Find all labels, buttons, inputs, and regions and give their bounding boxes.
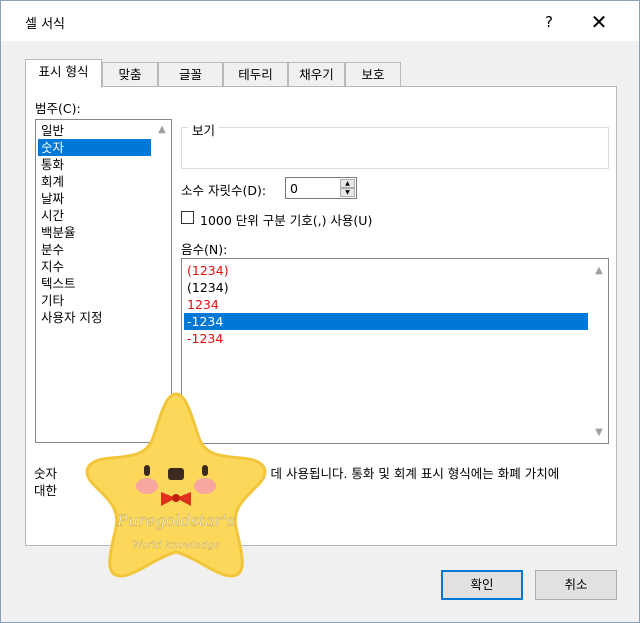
cancel-button[interactable]: 취소: [535, 570, 617, 600]
sample-box: [181, 127, 609, 169]
description-line2-start: 대한: [34, 483, 58, 498]
watermark-title: Puregoldstar's: [116, 511, 235, 530]
format-cells-dialog: 셀 서식 ? ✕ 표시 형식 맞춤 글꼴 테두리 채우기 보호 범주(C): 일…: [0, 0, 640, 623]
negative-format-item-selected[interactable]: -1234: [184, 313, 588, 330]
right-cheek: [194, 478, 216, 494]
category-item[interactable]: 날짜: [38, 190, 151, 207]
negative-format-item[interactable]: (1234): [184, 279, 588, 296]
category-item[interactable]: 지수: [38, 258, 151, 275]
category-label: 범주(C):: [35, 101, 81, 116]
decimal-places-value[interactable]: 0: [290, 181, 298, 196]
scroll-up-icon[interactable]: ▲: [590, 262, 608, 280]
spin-down-icon[interactable]: ▼: [340, 188, 355, 197]
dialog-title: 셀 서식: [25, 17, 66, 32]
star-mascot-watermark: Puregoldstar's World knowledge: [85, 392, 267, 578]
mouth: [168, 468, 184, 480]
spin-up-icon[interactable]: ▲: [340, 179, 355, 188]
tab-font[interactable]: 글꼴: [158, 62, 223, 87]
category-item[interactable]: 백분율: [38, 224, 151, 241]
right-eye: [202, 465, 208, 476]
category-item[interactable]: 회계: [38, 173, 151, 190]
decimal-places-label: 소수 자릿수(D):: [181, 183, 267, 198]
ok-button[interactable]: 확인: [441, 570, 523, 600]
bow-knot: [172, 494, 180, 502]
watermark-subtitle: World knowledge: [132, 540, 220, 551]
spin-buttons: ▲ ▼: [340, 179, 355, 197]
category-item[interactable]: 시간: [38, 207, 151, 224]
tab-alignment[interactable]: 맞춤: [102, 62, 158, 87]
left-cheek: [136, 478, 158, 494]
tab-protection[interactable]: 보호: [345, 62, 401, 87]
category-item[interactable]: 텍스트: [38, 275, 151, 292]
negative-format-item[interactable]: (1234): [184, 262, 588, 279]
decimal-places-stepper[interactable]: 0 ▲ ▼: [285, 177, 357, 199]
left-eye: [144, 465, 150, 476]
category-item[interactable]: 분수: [38, 241, 151, 258]
negative-numbers-label: 음수(N):: [181, 242, 228, 257]
category-item[interactable]: 일반: [38, 122, 151, 139]
scroll-up-icon[interactable]: ▲: [153, 121, 171, 139]
thousands-separator-label[interactable]: 1000 단위 구분 기호(,) 사용(U): [200, 210, 372, 229]
negative-list-scrollbar[interactable]: ▲ ▼: [590, 259, 608, 443]
thousands-separator-checkbox[interactable]: [181, 211, 194, 224]
category-item[interactable]: 통화: [38, 156, 151, 173]
negative-format-item[interactable]: 1234: [184, 296, 588, 313]
tab-number[interactable]: 표시 형식: [25, 59, 102, 88]
category-item-selected[interactable]: 숫자: [38, 139, 151, 156]
close-button[interactable]: ✕: [585, 9, 613, 35]
category-item[interactable]: 기타: [38, 292, 151, 309]
tab-fill[interactable]: 채우기: [288, 62, 345, 87]
category-item[interactable]: 사용자 지정: [38, 309, 151, 326]
description-line1-start: 숫자: [34, 466, 58, 481]
description-line1-end: 는 데 사용됩니다. 통화 및 회계 표시 형식에는 화폐 가치에: [255, 466, 560, 481]
title-bar: 셀 서식 ? ✕: [1, 1, 639, 41]
scroll-down-icon[interactable]: ▼: [590, 424, 608, 442]
help-button[interactable]: ?: [535, 9, 563, 35]
sample-label: 보기: [188, 120, 220, 139]
negative-format-item[interactable]: -1234: [184, 330, 588, 347]
tab-border[interactable]: 테두리: [223, 62, 288, 87]
